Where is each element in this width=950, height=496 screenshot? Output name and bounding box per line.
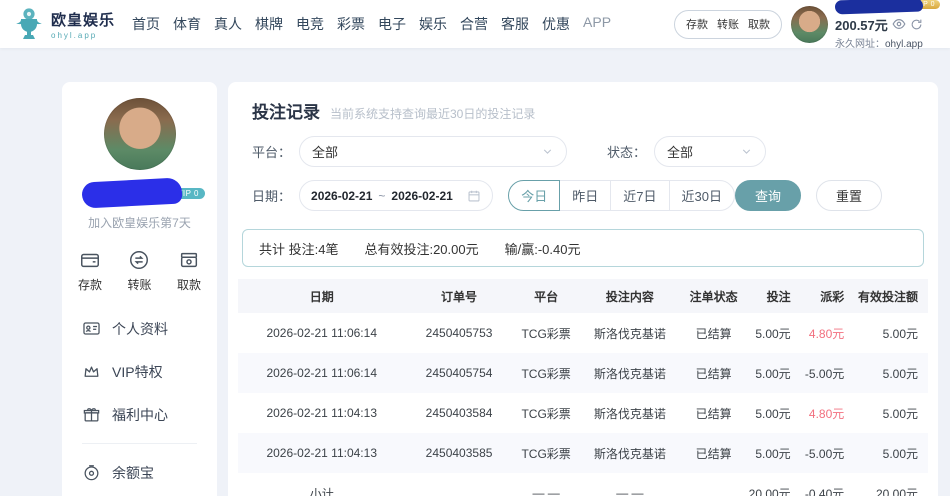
date-range-input[interactable]: 2026-02-21 ~ 2026-02-21: [299, 180, 493, 211]
profile-sidebar: VIP 0 加入欧皇娱乐第7天 存款 转账: [62, 82, 217, 496]
sidebar-deposit-button[interactable]: 存款: [78, 249, 102, 293]
nav-item-service[interactable]: 客服: [501, 14, 529, 34]
trophy-logo-icon: [14, 7, 44, 41]
platform-select[interactable]: 全部: [299, 136, 567, 167]
withdraw-icon: [178, 249, 200, 271]
permanent-url: 永久网址：ohyl.app: [835, 35, 940, 50]
sidebar-item-yuebao[interactable]: 余额宝: [82, 451, 217, 494]
nav-item-chess[interactable]: 棋牌: [255, 14, 283, 34]
sidebar-divider: [82, 443, 197, 444]
platform-filter-label: 平台：: [252, 142, 291, 161]
withdraw-link[interactable]: 取款: [748, 16, 770, 32]
col-header-platform: 平台: [513, 279, 580, 313]
search-button[interactable]: 查询: [735, 180, 801, 211]
col-header-payout: 派彩: [801, 279, 855, 313]
summary-bar: 共计 投注:4笔 总有效投注:20.00元 输/赢:-0.40元: [242, 229, 924, 267]
subtotal-row: 小计 — — — — 20.00元 -0.40元 20.00元: [238, 473, 928, 496]
eye-icon[interactable]: [892, 17, 906, 31]
range-yesterday-button[interactable]: 昨日: [559, 180, 611, 211]
deposit-link[interactable]: 存款: [686, 16, 708, 32]
nav-item-entertainment[interactable]: 娱乐: [419, 14, 447, 34]
nav-item-home[interactable]: 首页: [132, 14, 160, 34]
col-header-content: 投注内容: [580, 279, 680, 313]
col-header-order: 订单号: [405, 279, 512, 313]
user-avatar[interactable]: [791, 6, 828, 43]
sidebar-avatar[interactable]: [104, 98, 176, 170]
quick-range-group: 今日 昨日 近7日 近30日: [508, 180, 735, 211]
nav-item-affiliate[interactable]: 合营: [460, 14, 488, 34]
page-title: 投注记录: [252, 98, 320, 123]
wallet-actions-pill: 存款 转账 取款: [674, 10, 782, 39]
date-start: 2026-02-21: [311, 189, 372, 203]
sidebar-withdraw-button[interactable]: 取款: [177, 249, 201, 293]
chevron-down-icon: [541, 145, 554, 158]
brand-name: 欧皇娱乐: [51, 9, 115, 30]
range-30days-button[interactable]: 近30日: [669, 180, 735, 211]
balance-amount: 200.57元: [835, 15, 888, 34]
bet-records-table: 日期 订单号 平台 投注内容 注单状态 投注 派彩 有效投注额 2026-02-…: [238, 279, 928, 496]
coin-icon: [82, 463, 101, 482]
page-subtitle: 当前系统支持查询最近30日的投注记录: [330, 105, 535, 122]
nav-item-app[interactable]: APP: [583, 14, 611, 34]
sidebar-item-profile[interactable]: 个人资料: [82, 307, 217, 350]
col-header-bet: 投注: [747, 279, 801, 313]
refresh-balance-icon[interactable]: [910, 18, 923, 31]
chevron-down-icon: [740, 145, 753, 158]
table-row: 2026-02-21 11:04:13 2450403584 TCG彩票 斯洛伐…: [238, 393, 928, 433]
calendar-icon: [467, 189, 481, 203]
top-navbar: 欧皇娱乐 ohyl.app 首页 体育 真人 棋牌 电竞 彩票 电子 娱乐 合营…: [0, 0, 950, 48]
sidebar-menu: 个人资料 VIP特权 福利中心: [62, 307, 217, 496]
table-row: 2026-02-21 11:06:14 2450405753 TCG彩票 斯洛伐…: [238, 313, 928, 353]
gift-icon: [82, 405, 101, 424]
date-separator: ~: [378, 189, 385, 203]
wallet-icon: [79, 249, 101, 271]
join-days-text: 加入欧皇娱乐第7天: [62, 214, 217, 231]
col-header-valid: 有效投注额: [854, 279, 928, 313]
col-header-status: 注单状态: [680, 279, 747, 313]
brand-domain: ohyl.app: [51, 31, 115, 40]
date-filter-label: 日期：: [252, 186, 291, 205]
table-header-row: 日期 订单号 平台 投注内容 注单状态 投注 派彩 有效投注额: [238, 279, 928, 313]
sidebar-item-welfare[interactable]: 福利中心: [82, 393, 217, 436]
sidebar-transfer-button[interactable]: 转账: [127, 249, 151, 293]
transfer-icon: [128, 249, 150, 271]
crown-icon: [82, 362, 101, 381]
table-row: 2026-02-21 11:04:13 2450403585 TCG彩票 斯洛伐…: [238, 433, 928, 473]
user-block[interactable]: VIP 0 200.57元 永: [791, 0, 940, 50]
id-card-icon: [82, 319, 101, 338]
nav-item-sports[interactable]: 体育: [173, 14, 201, 34]
transfer-link[interactable]: 转账: [717, 16, 739, 32]
nav-item-lottery[interactable]: 彩票: [337, 14, 365, 34]
main-nav: 首页 体育 真人 棋牌 电竞 彩票 电子 娱乐 合营 客服 优惠 APP: [132, 14, 611, 34]
table-row: 2026-02-21 11:06:14 2450405754 TCG彩票 斯洛伐…: [238, 353, 928, 393]
nav-item-slots[interactable]: 电子: [378, 14, 406, 34]
username-redacted: [835, 0, 923, 14]
reset-button[interactable]: 重置: [816, 180, 882, 211]
status-filter-label: 状态：: [607, 142, 646, 161]
sidebar-item-vip[interactable]: VIP特权: [82, 350, 217, 393]
nav-item-esports[interactable]: 电竞: [296, 14, 324, 34]
sidebar-username-redacted: [81, 177, 182, 208]
col-header-date: 日期: [238, 279, 405, 313]
nav-item-live[interactable]: 真人: [214, 14, 242, 34]
nav-item-promo[interactable]: 优惠: [542, 14, 570, 34]
summary-win-lose: 输/赢:-0.40元: [505, 239, 581, 258]
summary-count: 共计 投注:4笔: [259, 239, 338, 258]
summary-valid-total: 总有效投注:20.00元: [364, 239, 478, 258]
range-7days-button[interactable]: 近7日: [610, 180, 669, 211]
sidebar-quick-actions: 存款 转账 取款: [62, 249, 217, 293]
range-today-button[interactable]: 今日: [508, 180, 560, 211]
betting-records-panel: 投注记录 当前系统支持查询最近30日的投注记录 平台： 全部 状态： 全部 日期…: [228, 82, 938, 496]
brand-logo[interactable]: 欧皇娱乐 ohyl.app: [14, 7, 115, 41]
status-select[interactable]: 全部: [654, 136, 766, 167]
date-end: 2026-02-21: [391, 189, 452, 203]
